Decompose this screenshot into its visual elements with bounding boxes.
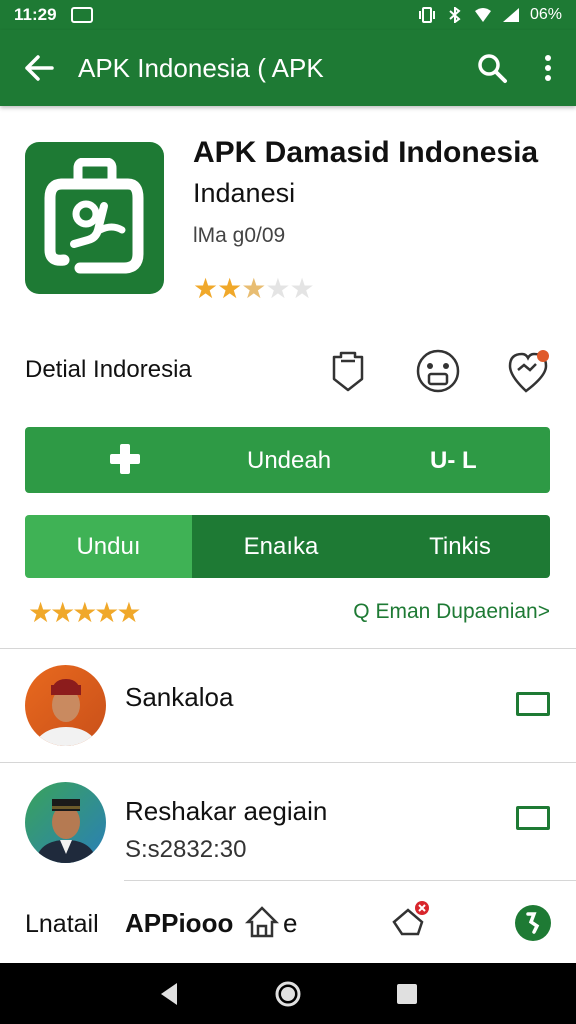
app-bar-title: APK Indonesia ( APK <box>78 52 324 83</box>
nav-recents-icon[interactable] <box>395 982 419 1006</box>
navigation-bar <box>0 963 576 1024</box>
app-bar: APK Indonesia ( APK <box>0 30 576 106</box>
tab-undu[interactable]: Unduı <box>25 515 192 578</box>
app-icon <box>25 142 164 294</box>
detail-label: Detial Indoresia <box>25 356 192 383</box>
bell-alert-icon[interactable] <box>388 900 432 940</box>
app-header: APK Damasid Indonesia Indanesi lMa g0/09… <box>0 106 576 316</box>
house-sketch-icon <box>244 906 280 938</box>
divider <box>0 762 576 763</box>
arrow-left-icon <box>25 55 54 81</box>
app-developer: Indanesi <box>193 178 296 208</box>
avatar <box>25 665 106 746</box>
list-item-title: Reshakar aegiain <box>125 796 328 826</box>
search-icon <box>478 54 507 83</box>
person-avatar-icon <box>25 665 106 746</box>
person-avatar-icon <box>25 782 106 863</box>
app-meta: lMa g0/09 <box>193 224 286 247</box>
status-icons: 06% <box>418 6 562 24</box>
overflow-menu-button[interactable] <box>520 30 576 106</box>
star-half-icon: ★ <box>241 273 266 304</box>
tab-bar: Unduı Enaıka Tinkis <box>25 515 550 578</box>
list-item[interactable]: Sankaloa <box>0 650 576 760</box>
reviews-link[interactable]: Q Eman Dupaenian> <box>353 600 550 624</box>
status-time: 11:29 <box>14 5 57 24</box>
nav-back-icon[interactable] <box>157 981 181 1007</box>
shield-tag-icon <box>332 351 364 392</box>
phone-circle-icon[interactable] <box>514 904 552 942</box>
face-button[interactable] <box>413 346 463 396</box>
face-icon <box>416 349 460 393</box>
back-button[interactable] <box>0 30 78 106</box>
shield-tag-button[interactable] <box>323 346 373 396</box>
avatar <box>25 782 106 863</box>
install-size: U- L <box>430 447 477 474</box>
bottom-row: Lnatail APPiooo e <box>0 890 576 960</box>
nav-home-icon[interactable] <box>274 980 302 1008</box>
star-icon: ★ <box>217 273 242 304</box>
list-item-subtitle: S:s2832:30 <box>125 836 247 863</box>
star-empty-icon: ★ <box>265 273 290 304</box>
search-button[interactable] <box>464 30 520 106</box>
star-empty-icon: ★ <box>289 273 314 304</box>
plus-icon <box>110 444 140 474</box>
app-rating: ★★★★★ <box>193 272 315 305</box>
rating-stars: ★★★★★ <box>28 597 142 628</box>
bag-app-icon <box>44 158 143 274</box>
status-bar: 11:29 06% <box>0 0 576 30</box>
location-heart-button[interactable] <box>503 346 553 396</box>
tab-enaika[interactable]: Enaıka <box>192 515 370 578</box>
bottom-app-label: APPiooo <box>125 908 234 938</box>
detail-row: Detial Indoresia <box>0 340 576 402</box>
install-button[interactable]: Undeah U- L <box>25 427 550 493</box>
bluetooth-icon <box>449 7 461 23</box>
divider <box>124 880 576 881</box>
location-heart-icon <box>508 350 549 393</box>
signal-icon <box>502 8 519 22</box>
bottom-label: Lnatail <box>25 910 99 938</box>
list-item[interactable]: Reshakar aegiain S:s2832:30 <box>0 764 576 878</box>
list-item-title: Sankaloa <box>125 682 234 712</box>
checkbox[interactable] <box>516 692 550 716</box>
rating-row: ★★★★★ Q Eman Dupaenian> <box>0 594 576 634</box>
install-label: Undeah <box>247 447 332 474</box>
wifi-icon <box>474 8 491 22</box>
divider <box>0 648 576 649</box>
tab-tinkis[interactable]: Tinkis <box>370 515 550 578</box>
app-title: APK Damasid Indonesia <box>193 136 539 169</box>
notification-icon <box>70 7 93 23</box>
more-vert-icon <box>545 55 551 81</box>
vibrate-icon <box>418 7 435 23</box>
battery-text: 06% <box>529 6 562 23</box>
star-icon: ★ <box>193 273 218 304</box>
checkbox[interactable] <box>516 806 550 830</box>
bottom-suffix: e <box>283 908 298 938</box>
